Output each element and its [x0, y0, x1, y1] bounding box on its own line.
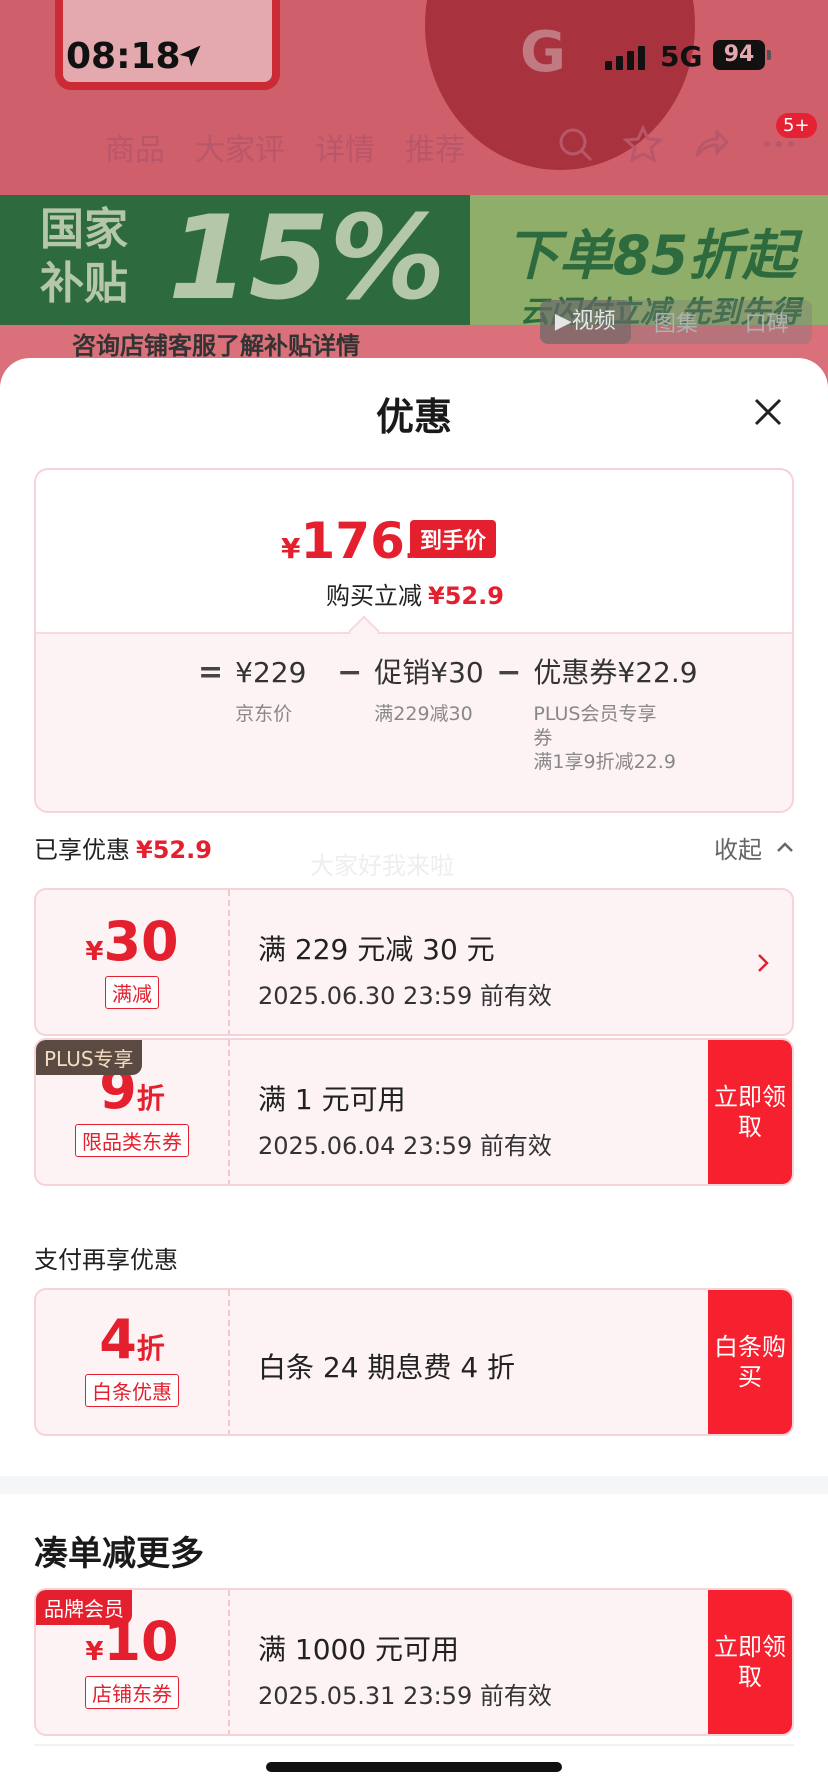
media-tab-reviews[interactable]: 口碑 [721, 306, 812, 338]
final-price-tag: 到手价 [410, 520, 497, 558]
product-nav-tabs: 商品 大家评 详情 推荐 [105, 125, 465, 169]
coupon-validity: 2025.06.04 23:59 前有效 [258, 1132, 552, 1160]
network-type: 5G [660, 40, 703, 73]
coupon-type-tag: 限品类东券 [75, 1124, 189, 1157]
coupon-description: 白条 24 期息费 4 折 [258, 1351, 516, 1384]
jd-price-label: 京东价 [235, 703, 293, 725]
tab-product[interactable]: 商品 [105, 125, 165, 169]
coupon-type-tag: 店铺东券 [85, 1676, 179, 1709]
minus-sign: − [496, 655, 522, 690]
coupon-plus-discount: 9折 限品类东券 PLUS专享 满 1 元可用 2025.06.04 23:59… [34, 1038, 794, 1186]
more-savings-title: 凑单减更多 [34, 1534, 204, 1574]
coupon-currency: ¥ [85, 1637, 104, 1667]
coupon-unit: 折 [136, 1082, 165, 1115]
coupon-value-area: ¥30 满减 [36, 890, 230, 1034]
formula-promo: 促销¥30 满229减30 [374, 656, 484, 726]
enjoyed-discount: 已享优惠 ¥52.9 [34, 830, 212, 865]
coupon-label-line1: PLUS会员专享券 [533, 703, 657, 749]
sheet-title: 优惠 [375, 395, 452, 439]
coupon-amount: ¥30 [36, 914, 228, 970]
coupon-type-tag: 白条优惠 [85, 1374, 179, 1407]
media-tabs: ▶视频 图集 口碑 [540, 300, 812, 344]
coupon-condition: 满 229 元减 30 元 [258, 933, 495, 966]
final-price-area: ¥176.1 到手价 购买立减¥52.9 [36, 470, 792, 630]
coupon-brand-member: ¥10 店铺东券 品牌会员 满 1000 元可用 2025.05.31 23:5… [34, 1588, 794, 1736]
equals-sign: = [198, 655, 224, 690]
battery-icon: 94 [713, 40, 765, 70]
tab-reviews[interactable]: 大家评 [195, 125, 285, 169]
media-tab-video[interactable]: ▶视频 [540, 300, 631, 344]
status-bar: 08:18 5G 94 [0, 36, 828, 80]
star-icon[interactable] [623, 124, 663, 164]
location-arrow-icon [179, 45, 201, 67]
search-icon[interactable] [555, 124, 595, 164]
cellular-signal-icon [605, 46, 645, 70]
coupon-condition: 满 1 元可用 [258, 1083, 406, 1116]
banner-subsidy-text: 国家补贴 [40, 204, 128, 309]
tab-details[interactable]: 详情 [315, 125, 375, 169]
pay-section-label: 支付再享优惠 [34, 1246, 178, 1274]
media-tab-gallery[interactable]: 图集 [631, 306, 722, 338]
promo-value: 促销¥30 [374, 656, 484, 689]
price-formula: = ¥229 京东价 − 促销¥30 满229减30 − 优惠券¥22.9 PL… [186, 656, 698, 774]
final-price-integer: 176 [300, 512, 405, 570]
status-time: 08:18 [66, 36, 181, 77]
tab-recommend[interactable]: 推荐 [405, 125, 465, 169]
coupon-type-tag: 满减 [105, 976, 159, 1009]
coupon-value-area: 4折 白条优惠 [36, 1290, 230, 1434]
coupon-amount: 4折 [36, 1312, 228, 1368]
minus-sign: − [337, 655, 363, 690]
claim-coupon-button[interactable]: 立即领取 [708, 1590, 792, 1734]
enjoyed-value: ¥52.9 [136, 836, 212, 864]
banner-promo: 下单85折起 [505, 224, 797, 287]
plus-exclusive-badge: PLUS专享 [36, 1040, 142, 1075]
instant-reduction: 购买立减 ¥52.9 [326, 576, 504, 611]
collapse-button[interactable]: 收起 [714, 830, 762, 865]
coupon-amount-value: 4 [99, 1308, 137, 1371]
chevron-right-icon[interactable] [752, 950, 774, 976]
discount-sheet: 优惠 ¥176.1 到手价 购买立减¥52.9 = ¥229 京东价 − 促销¥… [0, 358, 828, 1792]
share-icon[interactable] [691, 124, 731, 164]
nav-actions [555, 124, 799, 164]
bottom-divider [34, 1744, 794, 1746]
coupon-validity: 2025.05.31 23:59 前有效 [258, 1682, 552, 1710]
coupon-label-line2: 满1享9折减22.9 [533, 751, 676, 773]
instant-reduction-label: 购买立减 [326, 582, 422, 610]
final-price-currency: ¥ [281, 532, 301, 565]
close-icon[interactable] [750, 394, 786, 430]
coupon-amount-value: 30 [103, 910, 179, 973]
banner-consult-text: 咨询店铺客服了解补贴详情 [72, 332, 360, 360]
formula-coupon: 优惠券¥22.9 PLUS会员专享券 满1享9折减22.9 [533, 656, 697, 774]
instant-reduction-value: ¥52.9 [428, 582, 504, 610]
coupon-unit: 折 [136, 1332, 165, 1365]
coupon-value: 优惠券¥22.9 [533, 656, 698, 689]
watermark-text: 大家好我来啦 [310, 852, 454, 880]
coupon-baitiao: 4折 白条优惠 白条 24 期息费 4 折 白条购买 [34, 1288, 794, 1436]
banner-percent: 15% [168, 191, 446, 326]
enjoyed-label: 已享优惠 [34, 836, 130, 864]
baitiao-buy-button[interactable]: 白条购买 [708, 1290, 792, 1434]
section-divider [0, 1476, 828, 1494]
brand-member-badge: 品牌会员 [36, 1590, 132, 1625]
battery-tip [767, 50, 771, 60]
price-breakdown-card: ¥176.1 到手价 购买立减¥52.9 = ¥229 京东价 − 促销¥30 … [34, 468, 794, 813]
jd-price-value: ¥229 [235, 656, 307, 689]
product-page-background: G 08:18 5G 94 商品 大家评 详情 推荐 5+ 国家补贴 15% 下… [0, 0, 828, 400]
coupon-currency: ¥ [85, 937, 104, 967]
formula-jd-price: ¥229 京东价 [235, 656, 325, 726]
coupon-condition: 满 1000 元可用 [258, 1633, 460, 1666]
coupon-validity: 2025.06.30 23:59 前有效 [258, 982, 552, 1010]
coupon-full-reduction[interactable]: ¥30 满减 满 229 元减 30 元 2025.06.30 23:59 前有… [34, 888, 794, 1036]
claim-coupon-button[interactable]: 立即领取 [708, 1040, 792, 1184]
promo-label: 满229减30 [374, 703, 473, 725]
price-formula-area: = ¥229 京东价 − 促销¥30 满229减30 − 优惠券¥22.9 PL… [36, 632, 792, 811]
message-count-badge: 5+ [776, 113, 817, 138]
chevron-up-icon[interactable] [774, 836, 796, 858]
home-indicator[interactable] [266, 1762, 562, 1772]
